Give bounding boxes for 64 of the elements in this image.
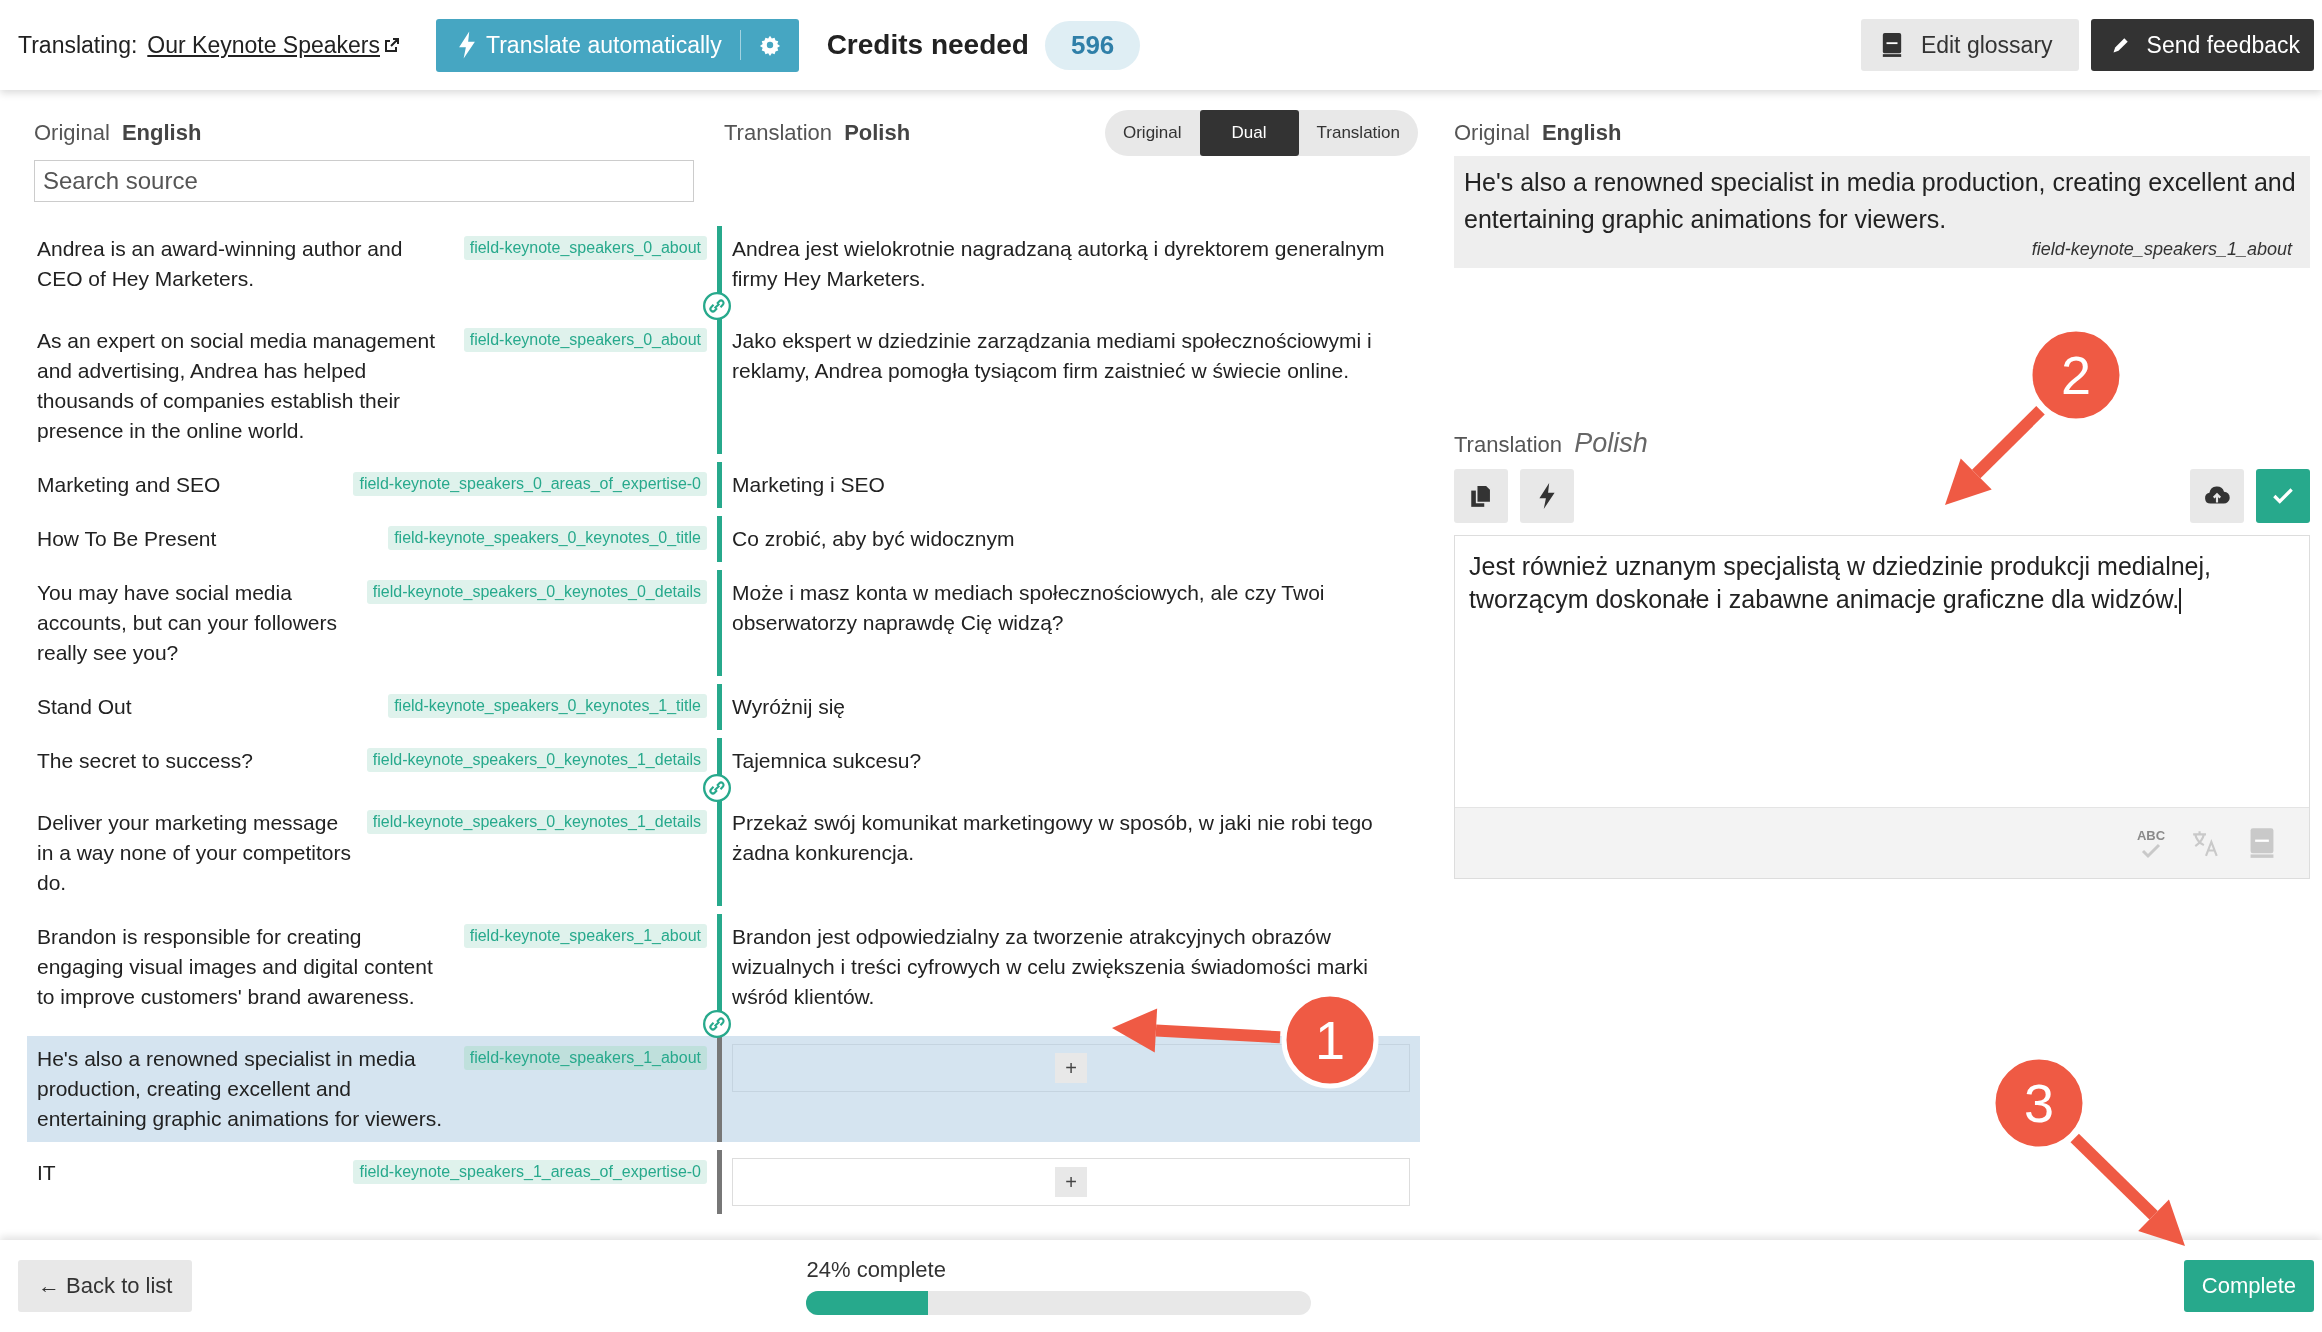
- translation-editor[interactable]: Jest również uznanym specjalistą w dziedzinie produkcji medialnej, tworzącym doskonałe i zabawne animacje graficzne dla widzów. ABC: [1454, 535, 2310, 879]
- field-tag: field-keynote_speakers_1_about: [2031, 238, 2292, 260]
- external-link-icon: [384, 37, 400, 53]
- source-text: IT: [37, 1160, 57, 1186]
- source-text: You may have social media accounts, but can your followers really see you?: [37, 580, 338, 666]
- view-mode-tab[interactable]: Original: [1104, 110, 1200, 156]
- back-to-list-button[interactable]: ← Back to list: [18, 1260, 193, 1312]
- translation-input[interactable]: Jest również uznanym specjalistą w dziedzinie produkcji medialnej, tworzącym doskonałe i zabawne animacje graficzne dla widzów.: [1455, 536, 2309, 807]
- credits-label: Credits needed: [826, 29, 1029, 61]
- source-text: Marketing and SEO: [37, 472, 222, 498]
- field-tag: field-keynote_speakers_0_keynotes_0_details: [366, 580, 707, 604]
- search-field[interactable]: Search source: [34, 160, 694, 202]
- field-tag: field-keynote_speakers_1_about: [463, 924, 707, 948]
- field-tag: field-keynote_speakers_0_keynotes_0_title: [388, 526, 707, 550]
- translation-text: Jako ekspert w dziedzinie zarządzania mediami społecznościowymi i reklamy, Andrea pomogła tysiącom firm zaistnieć w świecie online.: [732, 329, 1372, 382]
- add-translation-button[interactable]: +: [1055, 1053, 1087, 1083]
- glossary-book-icon: [1880, 32, 1903, 58]
- credits-count: 596: [1044, 20, 1141, 70]
- link-icon[interactable]: [703, 774, 731, 802]
- source-text: As an expert on social media management and advertising, Andrea has helped thousands of companies establish their presence in the online world.: [37, 328, 437, 444]
- source-text: Andrea is an award-winning author and CEO of Hey Marketers.: [37, 236, 404, 292]
- copy-source-button[interactable]: [1454, 469, 1508, 523]
- link-icon[interactable]: [703, 1010, 731, 1038]
- field-tag: field-keynote_speakers_0_keynotes_1_details: [366, 810, 707, 834]
- translation-text: Może i masz konta w mediach społecznościowych, ale czy Twoi obserwatorzy naprawdę Cię widzą?: [732, 581, 1325, 634]
- field-tag: field-keynote_speakers_0_about: [463, 328, 707, 352]
- source-language-label: Original English: [1454, 120, 1623, 146]
- translation-text: Wyróżnij się: [732, 695, 845, 718]
- source-text: How To Be Present: [37, 526, 218, 552]
- auto-translate-button[interactable]: [1520, 469, 1574, 523]
- target-language-label: Translation Polish: [1454, 428, 1649, 459]
- source-text: The secret to success?: [37, 748, 254, 774]
- view-mode-tab[interactable]: Translation: [1298, 110, 1418, 156]
- add-translation-button[interactable]: +: [1055, 1167, 1087, 1197]
- field-tag: field-keynote_speakers_0_keynotes_1_details: [366, 748, 707, 772]
- field-tag: field-keynote_speakers_0_areas_of_expertise-0: [353, 472, 707, 496]
- empty-translation-field[interactable]: +: [732, 1158, 1410, 1206]
- source-language-label: Original English: [34, 120, 203, 146]
- field-tag: field-keynote_speakers_0_about: [463, 236, 707, 260]
- confirm-button[interactable]: [2256, 469, 2310, 523]
- translation-text: Marketing i SEO: [732, 473, 885, 496]
- translating-label: Translating:: [18, 31, 138, 59]
- edit-glossary-button[interactable]: Edit glossary: [1860, 19, 2079, 71]
- lightning-icon: [458, 31, 476, 59]
- translation-text: Tajemnica sukcesu?: [732, 749, 922, 772]
- field-tag: field-keynote_speakers_0_keynotes_1_title: [388, 694, 707, 718]
- source-text: He's also a renowned specialist in media production, creating excellent and entertaining graphic animations for viewers.: [1464, 167, 2297, 235]
- progress-label: 24% complete: [806, 1257, 947, 1283]
- field-tag: field-keynote_speakers_1_about: [463, 1046, 707, 1070]
- translation-text: Przekaż swój komunikat marketingowy w sposób, w jaki nie robi tego żadna konkurencja.: [732, 811, 1373, 864]
- page-link[interactable]: Our Keynote Speakers: [147, 31, 400, 59]
- source-text: Stand Out: [37, 694, 133, 720]
- source-text: Brandon is responsible for creating engaging visual images and digital content to improve customers' brand awareness.: [37, 924, 434, 1010]
- translation-text: Andrea jest wielokrotnie nagradzaną autorką i dyrektorem generalnym firmy Hey Marketers.: [732, 237, 1385, 290]
- send-feedback-button[interactable]: Send feedback: [2090, 19, 2314, 71]
- field-tag: field-keynote_speakers_1_areas_of_expertise-0: [353, 1160, 707, 1184]
- link-icon[interactable]: [703, 292, 731, 320]
- view-mode-tab[interactable]: Dual: [1199, 110, 1299, 156]
- target-language-label: Translation Polish: [724, 120, 911, 146]
- translation-text: Co zrobić, aby być widocznym: [732, 527, 1015, 550]
- settings-icon: [758, 34, 781, 56]
- upload-button[interactable]: [2190, 469, 2244, 523]
- source-text: He's also a renowned specialist in media production, creating excellent and entertaining graphic animations for viewers.: [37, 1046, 444, 1132]
- source-text: Deliver your marketing message in a way none of your competitors do.: [37, 810, 352, 896]
